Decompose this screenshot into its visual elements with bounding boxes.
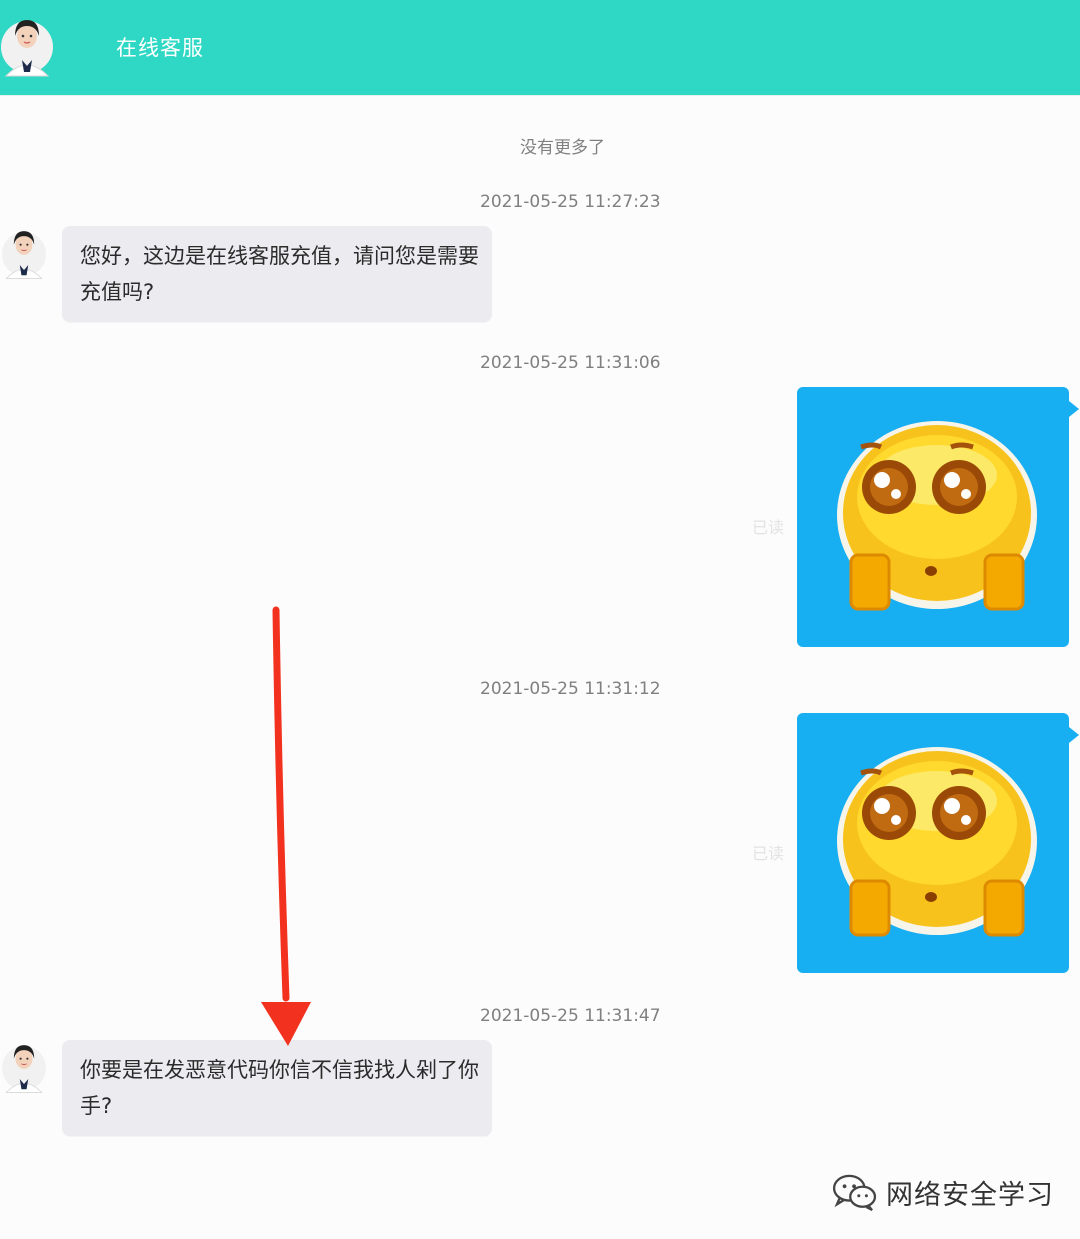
page-title: 在线客服	[116, 36, 204, 60]
message-timestamp: 2021-05-25 11:31:47	[480, 1006, 661, 1026]
chat-header: 在线客服	[0, 0, 1080, 96]
agent-avatar[interactable]	[0, 14, 54, 80]
agent-message-bubble[interactable]: 您好，这边是在线客服充值，请问您是需要充值吗?	[62, 226, 492, 322]
watermark-text: 网络安全学习	[886, 1179, 1054, 1211]
message-timestamp: 2021-05-25 11:31:12	[480, 679, 661, 699]
bubble-tail	[1069, 727, 1079, 743]
wechat-icon	[832, 1173, 878, 1211]
smiley-emoji-icon[interactable]	[833, 743, 1041, 943]
user-image-message[interactable]	[797, 713, 1079, 973]
agent-avatar[interactable]	[0, 1040, 48, 1096]
no-more-history-label[interactable]: 没有更多了	[520, 133, 605, 158]
message-text: 您好，这边是在线客服充值，请问您是需要充值吗?	[80, 244, 479, 304]
user-image-message[interactable]	[797, 387, 1079, 647]
smiley-emoji-icon[interactable]	[833, 417, 1041, 617]
read-status-label: 已读	[752, 844, 785, 863]
message-text: 你要是在发恶意代码你信不信我找人剁了你手?	[80, 1058, 479, 1118]
agent-avatar[interactable]	[0, 226, 48, 282]
message-timestamp: 2021-05-25 11:27:23	[480, 192, 661, 212]
message-timestamp: 2021-05-25 11:31:06	[480, 353, 661, 373]
wechat-watermark: 网络安全学习	[832, 1172, 1054, 1212]
agent-message-bubble[interactable]: 你要是在发恶意代码你信不信我找人剁了你手?	[62, 1040, 492, 1136]
red-arrow-annotation	[261, 606, 311, 1046]
read-status-label: 已读	[752, 518, 785, 537]
bubble-tail	[1069, 401, 1079, 417]
